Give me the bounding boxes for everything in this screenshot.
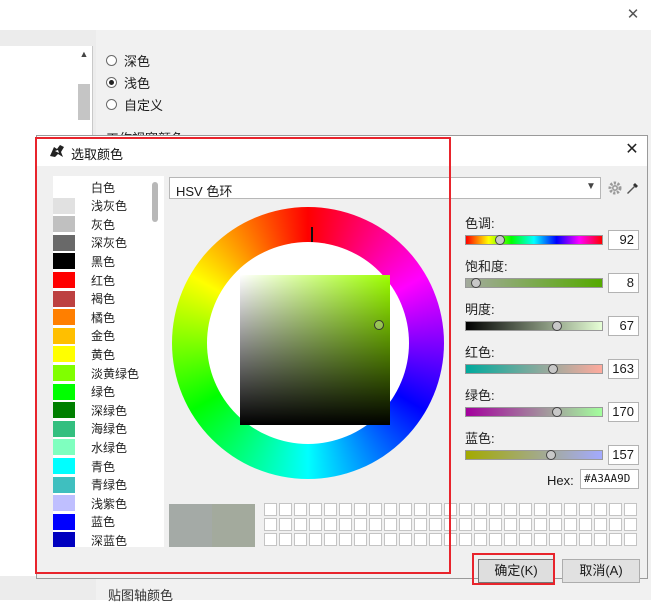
eyedropper-icon[interactable]: [625, 180, 641, 196]
slider-label: 饱和度:: [465, 259, 508, 274]
custom-color-cell[interactable]: [489, 533, 502, 546]
custom-color-cell[interactable]: [594, 503, 607, 516]
dialog-close-icon[interactable]: ✕: [623, 141, 641, 159]
slider-label: 明度:: [465, 302, 495, 317]
background-scrollbar-thumb[interactable]: [78, 84, 90, 120]
slider-value-input[interactable]: 92: [608, 230, 639, 250]
slider-value-input[interactable]: 8: [608, 273, 639, 293]
radio-group-theme: 深色 浅色 自定义: [106, 50, 163, 114]
custom-color-cell[interactable]: [489, 503, 502, 516]
custom-color-cell[interactable]: [519, 518, 532, 531]
radio-light[interactable]: 浅色: [106, 72, 163, 92]
highlight-box-ok: [472, 553, 555, 585]
slider-track[interactable]: [465, 407, 603, 417]
slider-thumb[interactable]: [471, 278, 482, 288]
slider-track[interactable]: [465, 278, 603, 288]
gear-icon[interactable]: [607, 180, 623, 196]
hex-label: Hex:: [547, 473, 574, 488]
custom-color-cell[interactable]: [549, 518, 562, 531]
background-partial-label-bottom: 贴图轴颜色: [108, 588, 174, 603]
radio-dark[interactable]: 深色: [106, 50, 163, 70]
radio-dark-label: 深色: [124, 53, 151, 69]
custom-color-cell[interactable]: [609, 503, 622, 516]
custom-color-cell[interactable]: [549, 503, 562, 516]
custom-color-cell[interactable]: [519, 533, 532, 546]
custom-color-cell[interactable]: [534, 518, 547, 531]
custom-color-cell[interactable]: [624, 518, 637, 531]
custom-color-cell[interactable]: [624, 503, 637, 516]
cancel-button[interactable]: 取消(A): [562, 559, 640, 583]
custom-color-cell[interactable]: [474, 503, 487, 516]
slider-thumb[interactable]: [545, 450, 556, 460]
slider-label: 色调:: [465, 216, 495, 231]
custom-color-cell[interactable]: [459, 518, 472, 531]
custom-color-cell[interactable]: [609, 518, 622, 531]
custom-color-cell[interactable]: [564, 533, 577, 546]
custom-color-cell[interactable]: [579, 533, 592, 546]
custom-color-cell[interactable]: [519, 503, 532, 516]
custom-color-cell[interactable]: [504, 533, 517, 546]
slider-label: 蓝色:: [465, 431, 495, 446]
custom-color-cell[interactable]: [579, 503, 592, 516]
background-titlebar: [0, 0, 651, 31]
custom-color-cell[interactable]: [564, 518, 577, 531]
slider-label: 绿色:: [465, 388, 495, 403]
slider-track[interactable]: [465, 450, 603, 460]
slider-value-input[interactable]: 170: [608, 402, 639, 422]
custom-color-cell[interactable]: [504, 518, 517, 531]
radio-light-indicator[interactable]: [106, 76, 117, 88]
custom-color-cell[interactable]: [579, 518, 592, 531]
custom-color-cell[interactable]: [594, 533, 607, 546]
slider-value-input[interactable]: 163: [608, 359, 639, 379]
slider-value-input[interactable]: 67: [608, 316, 639, 336]
slider-value-input[interactable]: 157: [608, 445, 639, 465]
scroll-up-icon[interactable]: ▲: [78, 48, 90, 60]
custom-color-cell[interactable]: [459, 533, 472, 546]
custom-color-cell[interactable]: [474, 518, 487, 531]
custom-color-cell[interactable]: [534, 503, 547, 516]
highlight-box-picker: [35, 137, 451, 574]
custom-color-cell[interactable]: [564, 503, 577, 516]
radio-custom-indicator[interactable]: [106, 98, 117, 110]
custom-color-cell[interactable]: [504, 503, 517, 516]
chevron-down-icon: ▼: [586, 181, 596, 192]
slider-track[interactable]: [465, 364, 603, 374]
radio-dark-indicator[interactable]: [106, 54, 117, 66]
custom-color-cell[interactable]: [609, 533, 622, 546]
custom-color-cell[interactable]: [534, 533, 547, 546]
radio-custom[interactable]: 自定义: [106, 94, 163, 114]
custom-color-cell[interactable]: [624, 533, 637, 546]
custom-color-cell[interactable]: [549, 533, 562, 546]
custom-color-cell[interactable]: [459, 503, 472, 516]
slider-label: 红色:: [465, 345, 495, 360]
custom-color-cell[interactable]: [594, 518, 607, 531]
slider-track[interactable]: [465, 235, 603, 245]
custom-color-cell[interactable]: [474, 533, 487, 546]
slider-track[interactable]: [465, 321, 603, 331]
background-close-icon[interactable]: ✕: [624, 6, 642, 24]
radio-light-label: 浅色: [124, 75, 151, 91]
hex-input[interactable]: #A3AA9D: [580, 469, 639, 489]
radio-custom-label: 自定义: [124, 97, 164, 113]
custom-color-cell[interactable]: [489, 518, 502, 531]
